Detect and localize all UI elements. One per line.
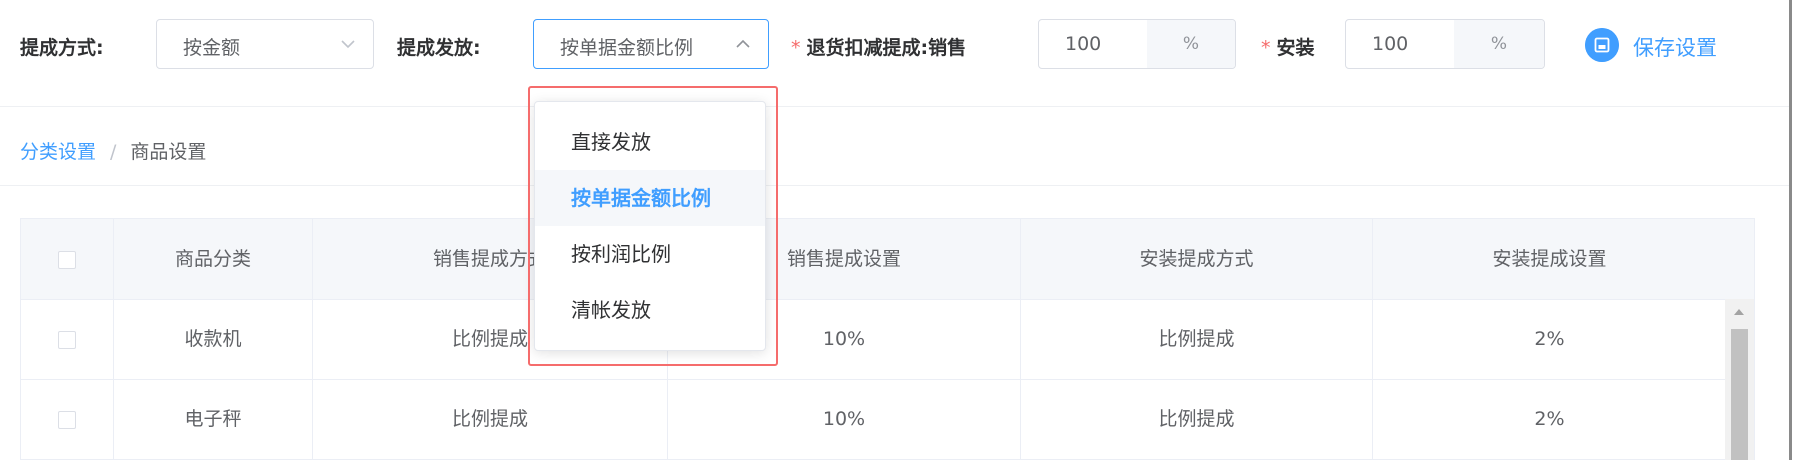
breadcrumb-product-settings: 商品设置 <box>130 141 207 163</box>
distribution-select[interactable]: 按单据金额比例 <box>533 19 769 69</box>
sales-label: 销售 <box>928 37 967 59</box>
row-select-cell[interactable] <box>21 379 114 459</box>
row-checkbox[interactable] <box>58 410 76 429</box>
distribution-label: 提成发放: <box>397 37 481 59</box>
breadcrumb-bar: 分类设置 / 商品设置 <box>0 107 1789 186</box>
commission-table: 商品分类 销售提成方式 销售提成设置 安装提成方式 安装提成设置 收款机 比例提… <box>20 218 1755 460</box>
distribution-value: 按单据金额比例 <box>560 37 694 59</box>
header-install-setting: 安装提成设置 <box>1492 248 1607 270</box>
header-category: 商品分类 <box>114 219 313 299</box>
select-all-checkbox[interactable] <box>58 250 76 269</box>
chevron-down-icon <box>341 40 355 49</box>
install-label: 安装 <box>1276 37 1315 59</box>
toolbar: 提成方式: 按金额 提成发放: 按单据金额比例 * 退货扣减提成:销售 100 %… <box>0 0 1789 107</box>
commission-method-select[interactable]: 按金额 <box>156 19 374 69</box>
chevron-up-icon <box>736 39 750 48</box>
window-edge <box>1789 0 1792 460</box>
save-icon <box>1585 28 1619 62</box>
returns-deduction-text: 退货扣减提成: <box>806 37 929 59</box>
header-install-method: 安装提成方式 <box>1021 219 1373 299</box>
sales-deduction-value: 100 <box>1065 33 1102 55</box>
highlight-annotation <box>528 86 778 366</box>
required-mark: * <box>791 37 801 59</box>
row-select-cell[interactable] <box>21 299 114 379</box>
sales-deduction-unit: % <box>1147 20 1235 68</box>
cell-install-method: 比例提成 <box>1021 299 1373 379</box>
table-row[interactable]: 电子秤 比例提成 10% 比例提成 2% <box>21 379 1726 460</box>
save-settings-label: 保存设置 <box>1633 36 1717 60</box>
install-deduction-value-box[interactable]: 100 <box>1346 20 1455 68</box>
install-deduction-input[interactable]: 100 % <box>1345 19 1545 69</box>
install-deduction-unit: % <box>1454 20 1544 68</box>
table-header-row: 商品分类 销售提成方式 销售提成设置 安装提成方式 安装提成设置 <box>21 219 1726 300</box>
breadcrumb-category-settings[interactable]: 分类设置 <box>20 141 96 163</box>
required-mark-install: * <box>1261 37 1271 59</box>
returns-deduction-label: * 退货扣减提成:销售 <box>791 33 966 60</box>
header-gutter <box>1725 219 1754 300</box>
commission-method-label: 提成方式: <box>20 37 104 59</box>
cell-install-method: 比例提成 <box>1021 379 1373 459</box>
install-deduction-label: * 安装 <box>1261 33 1315 60</box>
sales-deduction-value-box[interactable]: 100 <box>1039 20 1148 68</box>
cell-sales-method: 比例提成 <box>313 379 668 459</box>
cell-install-setting: 2% <box>1534 408 1565 430</box>
install-deduction-value: 100 <box>1372 33 1409 55</box>
cell-sales-setting: 10% <box>668 379 1021 459</box>
table-scrollbar[interactable] <box>1725 299 1754 460</box>
sales-deduction-input[interactable]: 100 % <box>1038 19 1236 69</box>
header-select-all[interactable] <box>21 219 114 299</box>
table-row[interactable]: 收款机 比例提成 10% 比例提成 2% <box>21 299 1726 380</box>
breadcrumb: 分类设置 / 商品设置 <box>20 137 206 164</box>
row-checkbox[interactable] <box>58 330 76 349</box>
scrollbar-thumb[interactable] <box>1731 329 1748 460</box>
breadcrumb-separator: / <box>110 141 117 163</box>
cell-install-setting: 2% <box>1534 328 1565 350</box>
commission-method-value: 按金额 <box>183 37 241 59</box>
cell-category: 收款机 <box>114 299 313 379</box>
scroll-up-arrow-icon[interactable] <box>1734 309 1744 315</box>
cell-category: 电子秤 <box>114 379 313 459</box>
